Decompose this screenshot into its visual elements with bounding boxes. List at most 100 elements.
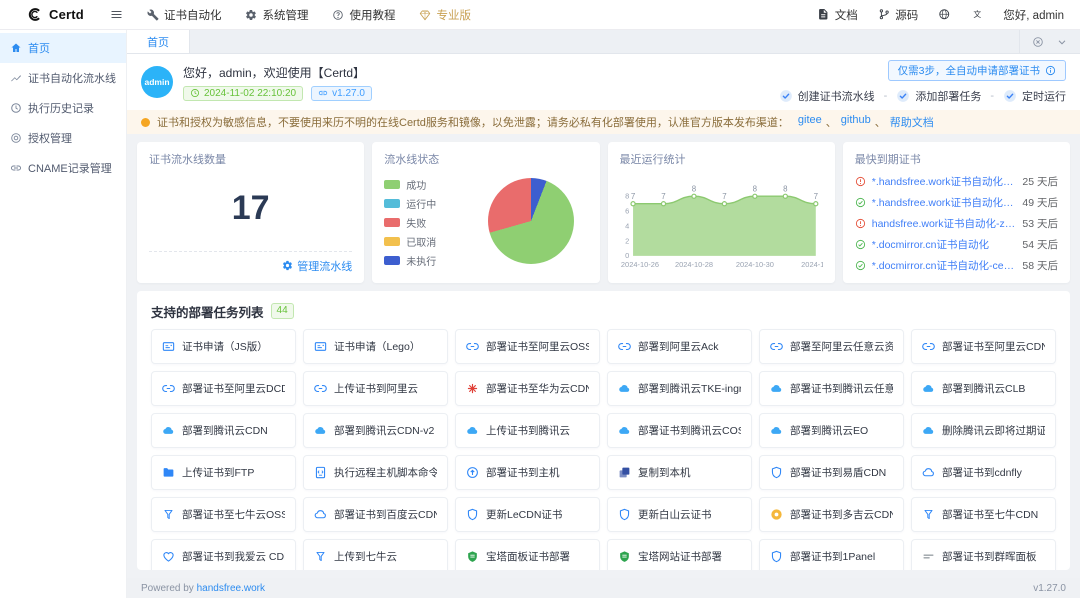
quick-step[interactable]: 创建证书流水线 — [779, 88, 875, 104]
sidebar-item[interactable]: 首页 — [0, 33, 126, 63]
certificate-link[interactable]: *.handsfree.work证书自动化-lego — [872, 174, 1017, 189]
gear-icon — [282, 260, 293, 271]
task-card[interactable]: 部署到阿里云Ack — [607, 329, 752, 364]
link-icon — [318, 88, 328, 98]
task-card[interactable]: 更新白山云证书 — [607, 497, 752, 532]
version-badge[interactable]: v1.27.0 — [311, 86, 372, 101]
task-card[interactable]: 部署证书到腾讯云COS — [607, 413, 752, 448]
tasks-header: 支持的部署任务列表 44 — [151, 301, 1056, 321]
heart-icon — [162, 550, 175, 563]
branch-icon — [878, 8, 891, 21]
menu-icon[interactable] — [110, 8, 123, 21]
task-card[interactable]: 部署到腾讯云CLB — [911, 371, 1056, 406]
user-greeting[interactable]: 您好, admin — [1003, 7, 1064, 23]
task-card[interactable]: 部署到腾讯云TKE-ingress — [607, 371, 752, 406]
top-nav-pro[interactable]: 专业版 — [419, 7, 471, 23]
tab-home[interactable]: 首页 — [127, 30, 190, 53]
baota-icon — [618, 550, 631, 563]
sidebar-item[interactable]: 证书自动化流水线 — [0, 63, 126, 93]
language-button[interactable]: 文 — [971, 8, 984, 21]
task-card[interactable]: 宝塔面板证书部署 — [455, 539, 600, 570]
task-card[interactable]: 部署证书至华为云CDN — [455, 371, 600, 406]
powered-by: Powered by handsfree.work — [141, 583, 265, 594]
notice-link[interactable]: 帮助文档 — [890, 114, 934, 130]
tab-menu-chevron-icon[interactable] — [1056, 36, 1068, 48]
avatar[interactable]: admin — [141, 66, 173, 98]
task-card[interactable]: 上传证书到腾讯云 — [455, 413, 600, 448]
sidebar-item[interactable]: 授权管理 — [0, 123, 126, 153]
task-card[interactable]: 部署证书到腾讯云任意云资源 — [759, 371, 904, 406]
legend-item: 未执行 — [384, 253, 436, 268]
task-card[interactable]: 部署至阿里云任意云资源 — [759, 329, 904, 364]
top-header: Certd 证书自动化 系统管理 使用教程 专业版 文档 源码 文 您好, admin — [0, 0, 1080, 30]
close-tabs-icon[interactable] — [1032, 36, 1044, 48]
expiry-list: *.handsfree.work证书自动化-lego25 天后*.handsfr… — [855, 173, 1058, 274]
certificate-link[interactable]: *.docmirror.cn证书自动化-certd-doc — [872, 258, 1017, 273]
promo-badge[interactable]: 仅需3步，全自动申请部署证书 — [888, 60, 1066, 81]
sidebar-item[interactable]: 执行历史记录 — [0, 93, 126, 123]
task-card[interactable]: 部署证书到易盾CDN — [759, 455, 904, 490]
quick-steps: 创建证书流水线-添加部署任务-定时运行 — [779, 88, 1066, 104]
task-card[interactable]: 宝塔网站证书部署 — [607, 539, 752, 570]
ali-icon — [162, 382, 175, 395]
task-card[interactable]: 删除腾讯云即将过期证书 — [911, 413, 1056, 448]
task-card[interactable]: 上传证书到阿里云 — [303, 371, 448, 406]
task-card[interactable]: 更新LeCDN证书 — [455, 497, 600, 532]
info-icon — [1045, 65, 1056, 76]
certificate-link[interactable]: *.docmirror.cn证书自动化 — [872, 237, 1017, 252]
task-card[interactable]: 执行远程主机脚本命令 — [303, 455, 448, 490]
manage-pipelines-link[interactable]: 管理流水线 — [282, 258, 352, 274]
sidebar-item[interactable]: CNAME记录管理 — [0, 153, 126, 183]
pipeline-status-card: 流水线状态 成功运行中失败已取消未执行 — [372, 142, 599, 283]
handsfree-link[interactable]: handsfree.work — [197, 583, 265, 594]
huawei-icon — [466, 382, 479, 395]
task-card[interactable]: 部署证书到主机 — [455, 455, 600, 490]
task-card[interactable]: 部署证书到百度云CDN — [303, 497, 448, 532]
task-card[interactable]: 部署证书至阿里云DCDN — [151, 371, 296, 406]
svg-text:2024-10-30: 2024-10-30 — [735, 260, 773, 269]
task-card[interactable]: 部署证书至阿里云CDN — [911, 329, 1056, 364]
quick-step[interactable]: 添加部署任务 — [896, 88, 981, 104]
task-label: 部署证书至阿里云DCDN — [182, 381, 285, 396]
legend-swatch — [384, 180, 400, 189]
cloud-icon — [314, 508, 327, 521]
task-card[interactable]: 上传到七牛云 — [303, 539, 448, 570]
top-nav-tutorial[interactable]: 使用教程 — [332, 7, 395, 23]
task-card[interactable]: 部署证书到1Panel — [759, 539, 904, 570]
certificate-link[interactable]: handsfree.work证书自动化-zerossl — [872, 216, 1017, 231]
brand[interactable]: Certd — [26, 6, 84, 23]
task-card[interactable]: 部署证书到群晖面板 — [911, 539, 1056, 570]
top-nav-system[interactable]: 系统管理 — [245, 7, 308, 23]
task-card[interactable]: 部署证书至阿里云OSS — [455, 329, 600, 364]
task-card[interactable]: 证书申请（Lego） — [303, 329, 448, 364]
notice-links: gitee、github、帮助文档 — [796, 114, 936, 130]
top-nav-pipeline[interactable]: 证书自动化 — [147, 7, 222, 23]
wrench-icon — [147, 9, 159, 21]
task-card[interactable]: 部署到腾讯云CDN — [151, 413, 296, 448]
task-card[interactable]: 部署证书到cdnfly — [911, 455, 1056, 490]
task-card[interactable]: 部署证书至七牛云OSS — [151, 497, 296, 532]
task-label: 上传证书到腾讯云 — [486, 423, 570, 438]
ali-icon — [466, 340, 479, 353]
task-card[interactable]: 证书申请（JS版） — [151, 329, 296, 364]
notice-link[interactable]: gitee — [798, 114, 822, 130]
legend-swatch — [384, 199, 400, 208]
task-card[interactable]: 部署到腾讯云CDN-v2 — [303, 413, 448, 448]
quick-step[interactable]: 定时运行 — [1003, 88, 1066, 104]
task-card[interactable]: 复制到本机 — [607, 455, 752, 490]
notice-link[interactable]: github — [841, 114, 871, 130]
certificate-link[interactable]: *.handsfree.work证书自动化--zerossl — [872, 195, 1017, 210]
task-card[interactable]: 部署到腾讯云EO — [759, 413, 904, 448]
task-card[interactable]: 部署证书至七牛CDN — [911, 497, 1056, 532]
source-link[interactable]: 源码 — [878, 7, 919, 23]
globe-button[interactable] — [938, 8, 951, 21]
task-card[interactable]: 部署证书到多吉云CDN — [759, 497, 904, 532]
task-label: 部署证书到1Panel — [790, 549, 875, 564]
warning-circle-icon — [855, 218, 866, 229]
docs-link[interactable]: 文档 — [817, 7, 858, 23]
task-card[interactable]: 部署证书到我爱云 CDN — [151, 539, 296, 570]
task-card[interactable]: 上传证书到FTP — [151, 455, 296, 490]
svg-text:7: 7 — [722, 192, 726, 201]
task-label: 部署到腾讯云CDN-v2 — [334, 423, 434, 438]
qcloud-icon — [314, 424, 327, 437]
